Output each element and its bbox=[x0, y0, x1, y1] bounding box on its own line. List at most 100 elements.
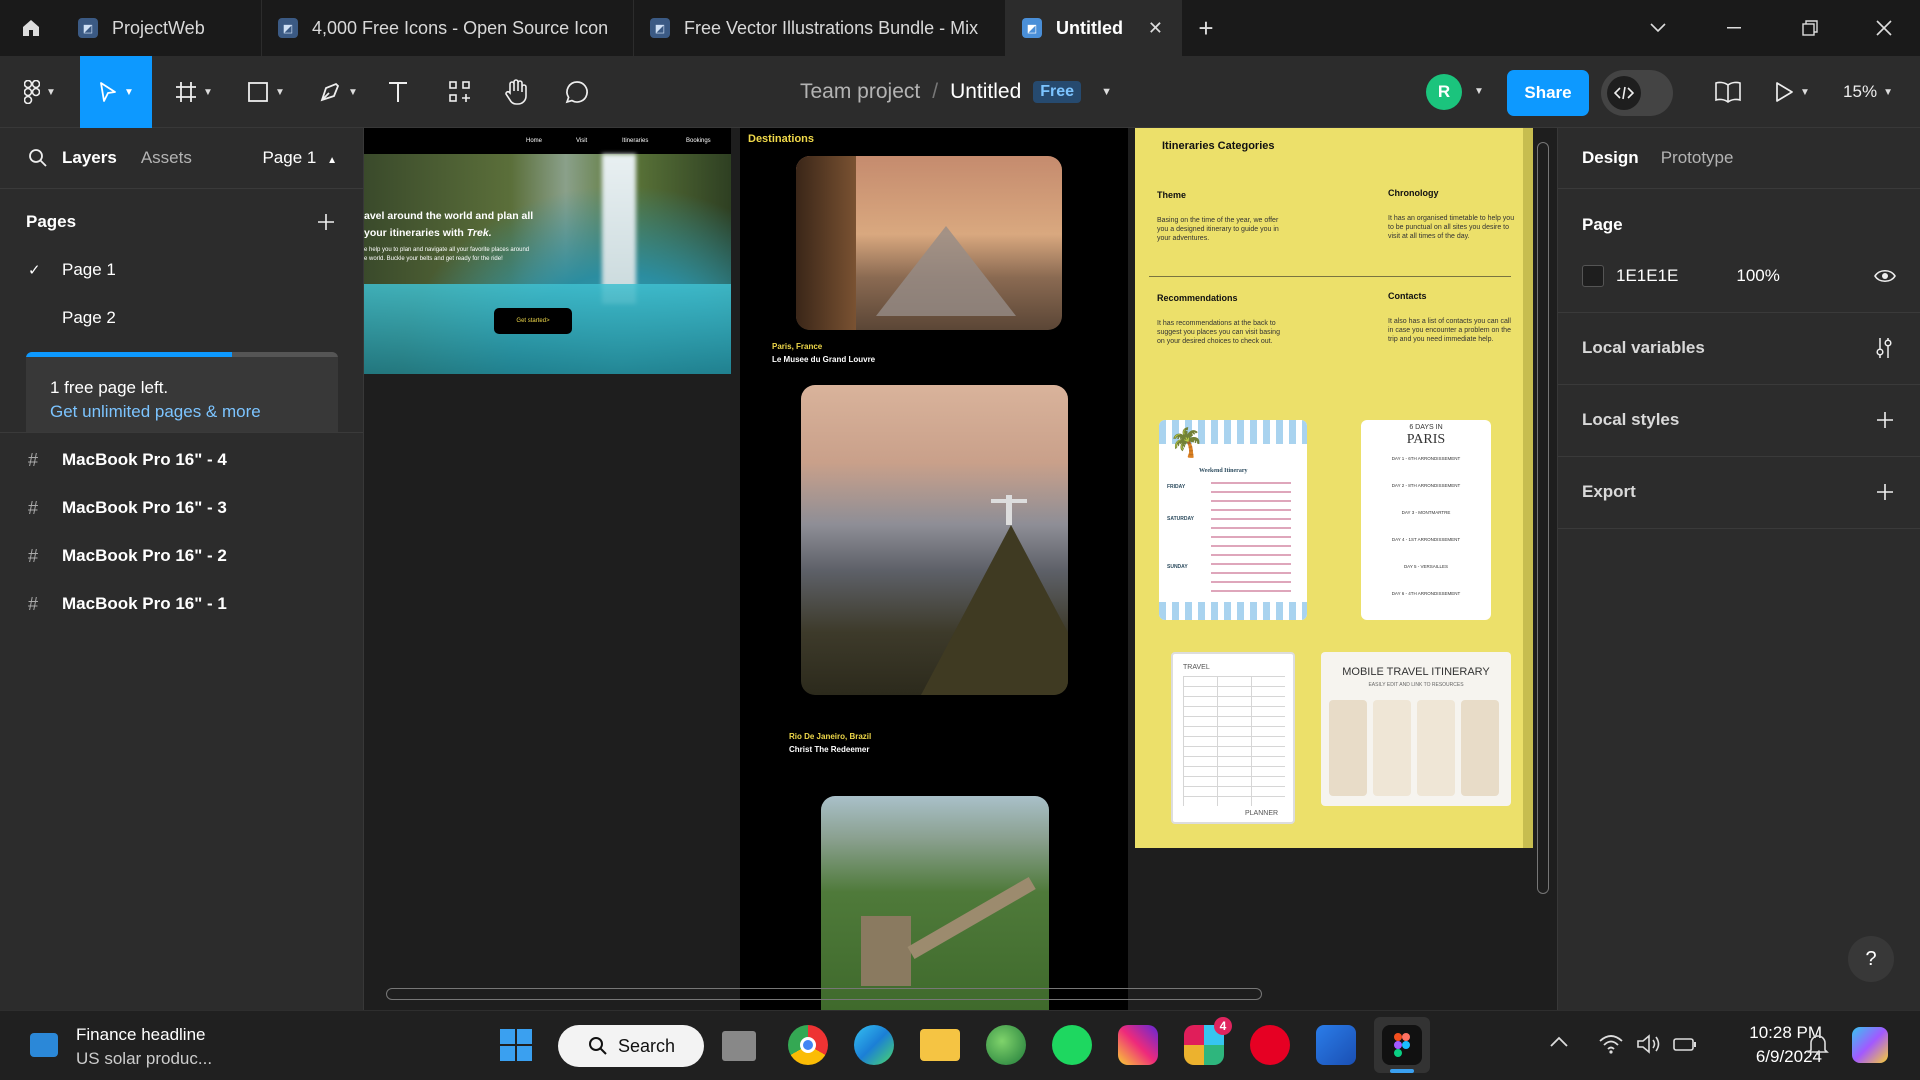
help-button[interactable]: ? bbox=[1848, 936, 1894, 982]
task-view-icon[interactable] bbox=[722, 1031, 756, 1061]
background-swatch[interactable] bbox=[1582, 265, 1604, 287]
comment-tool[interactable] bbox=[558, 56, 596, 128]
chevron-down-icon[interactable]: ▼ bbox=[1474, 86, 1484, 97]
tab-prototype[interactable]: Prototype bbox=[1661, 148, 1734, 168]
avatar-letter: R bbox=[1437, 82, 1451, 101]
plan-badge[interactable]: Free bbox=[1033, 81, 1082, 103]
text-tool[interactable] bbox=[380, 56, 416, 128]
avatar[interactable]: R bbox=[1426, 74, 1462, 110]
plus-icon[interactable] bbox=[1876, 483, 1894, 501]
file-name[interactable]: Untitled bbox=[950, 80, 1021, 104]
pages-heading: Pages bbox=[26, 212, 77, 231]
pen-tool[interactable]: ▼ bbox=[312, 56, 364, 128]
planner-top-label: TRAVEL bbox=[1183, 664, 1210, 671]
horizontal-scrollbar[interactable] bbox=[386, 988, 1262, 1000]
page-item-1[interactable]: ✓ Page 1 bbox=[0, 252, 363, 288]
frame-destinations[interactable]: Destinations Paris, France Le Musee du G… bbox=[740, 128, 1128, 1010]
local-variables-row[interactable]: Local variables bbox=[1558, 328, 1920, 368]
background-hex[interactable]: 1E1E1E bbox=[1616, 266, 1678, 286]
design-canvas[interactable]: Home Visit Itineraries Bookings avel aro… bbox=[364, 128, 1557, 1010]
frame-tool[interactable]: ▼ bbox=[168, 56, 220, 128]
brand-name: Trek. bbox=[466, 227, 492, 239]
resources-tool[interactable] bbox=[442, 56, 478, 128]
frame-hero[interactable]: Home Visit Itineraries Bookings avel aro… bbox=[364, 128, 731, 374]
show-hidden-icons[interactable] bbox=[1550, 1035, 1568, 1053]
mountain bbox=[921, 525, 1068, 695]
remote-app-icon[interactable] bbox=[1316, 1025, 1356, 1065]
hand-tool[interactable] bbox=[498, 56, 534, 128]
move-tool[interactable]: ▼ bbox=[80, 56, 152, 128]
chrome-icon[interactable] bbox=[788, 1025, 828, 1065]
wifi-icon[interactable] bbox=[1598, 1033, 1624, 1055]
add-page-icon[interactable] bbox=[317, 213, 335, 231]
nav-bookings[interactable]: Bookings bbox=[686, 138, 711, 144]
file-explorer-icon[interactable] bbox=[920, 1029, 960, 1061]
new-tab-button[interactable]: + bbox=[1186, 0, 1226, 56]
hero-sub-line1: e help you to plan and navigate all your… bbox=[364, 247, 530, 253]
news-widget[interactable]: Finance headline US solar produc... bbox=[26, 1021, 246, 1071]
restore-button[interactable] bbox=[1772, 0, 1848, 56]
notifications-icon[interactable] bbox=[1806, 1033, 1830, 1057]
page-selector[interactable]: Page 1 ▲ bbox=[262, 148, 337, 168]
globe-app-icon[interactable] bbox=[986, 1025, 1026, 1065]
tab-design[interactable]: Design bbox=[1582, 148, 1639, 168]
zoom-dropdown[interactable]: 15% ▼ bbox=[1836, 56, 1900, 128]
export-row[interactable]: Export bbox=[1558, 472, 1920, 512]
plus-icon[interactable] bbox=[1876, 411, 1894, 429]
tab-assets[interactable]: Assets bbox=[141, 148, 192, 168]
library-button[interactable] bbox=[1706, 56, 1750, 128]
eye-icon[interactable] bbox=[1874, 268, 1896, 284]
home-button[interactable] bbox=[0, 0, 62, 56]
battery-icon[interactable] bbox=[1672, 1033, 1698, 1055]
wifi-glyph bbox=[1599, 1035, 1623, 1054]
tab-list-dropdown[interactable] bbox=[1620, 0, 1696, 56]
copilot-icon[interactable] bbox=[1852, 1027, 1888, 1063]
instagram-icon[interactable] bbox=[1118, 1025, 1158, 1065]
slack-icon[interactable]: 4 bbox=[1184, 1017, 1232, 1065]
chevron-down-icon[interactable]: ▼ bbox=[1101, 86, 1112, 98]
present-button[interactable]: ▼ bbox=[1770, 56, 1814, 128]
upsell-text: 1 free page left. bbox=[50, 378, 169, 397]
nav-home[interactable]: Home bbox=[526, 138, 542, 144]
close-window-button[interactable] bbox=[1846, 0, 1920, 56]
upsell-link[interactable]: Get unlimited pages & more bbox=[50, 402, 261, 422]
tab-projectweb[interactable]: ◩ ProjectWeb bbox=[62, 0, 262, 56]
layer-item[interactable]: # MacBook Pro 16" - 1 bbox=[0, 586, 363, 622]
nav-itineraries[interactable]: Itineraries bbox=[622, 138, 648, 144]
dev-mode-toggle[interactable] bbox=[1601, 70, 1673, 116]
volume-icon[interactable] bbox=[1636, 1033, 1662, 1055]
layer-item[interactable]: # MacBook Pro 16" - 4 bbox=[0, 442, 363, 478]
vertical-scrollbar[interactable] bbox=[1537, 142, 1549, 894]
background-opacity[interactable]: 100% bbox=[1736, 266, 1779, 286]
page-item-2[interactable]: Page 2 bbox=[0, 300, 363, 336]
planner-bottom-label: PLANNER bbox=[1245, 810, 1279, 817]
start-button[interactable] bbox=[496, 1025, 536, 1065]
layer-item[interactable]: # MacBook Pro 16" - 2 bbox=[0, 538, 363, 574]
design-tabs: Design Prototype bbox=[1558, 142, 1920, 174]
palm-tree-icon: 🌴 bbox=[1169, 427, 1204, 458]
spotify-icon[interactable] bbox=[1052, 1025, 1092, 1065]
frame-itineraries[interactable]: Itineraries Categories Theme Basing on t… bbox=[1135, 128, 1523, 848]
local-styles-row[interactable]: Local styles bbox=[1558, 400, 1920, 440]
chevron-down-icon bbox=[1650, 23, 1666, 33]
layer-item[interactable]: # MacBook Pro 16" - 3 bbox=[0, 490, 363, 526]
nav-visit[interactable]: Visit bbox=[576, 138, 587, 144]
taskbar-search[interactable]: Search bbox=[558, 1025, 704, 1067]
search-icon[interactable] bbox=[28, 148, 48, 168]
get-started-button[interactable]: Get started> bbox=[494, 308, 572, 334]
tab-untitled[interactable]: ◩ Untitled ✕ bbox=[1006, 0, 1182, 56]
close-tab-icon[interactable]: ✕ bbox=[1148, 18, 1163, 39]
page-background-row[interactable]: 1E1E1E 100% bbox=[1558, 258, 1920, 294]
tab-layers[interactable]: Layers bbox=[62, 148, 117, 168]
edge-icon[interactable] bbox=[854, 1025, 894, 1065]
main-menu-button[interactable]: ▼ bbox=[10, 56, 70, 128]
figma-taskbar-icon[interactable] bbox=[1382, 1025, 1422, 1065]
sliders-icon[interactable] bbox=[1874, 337, 1894, 359]
tab-illustrations[interactable]: ◩ Free Vector Illustrations Bundle - Mix bbox=[634, 0, 1006, 56]
shape-tool[interactable]: ▼ bbox=[240, 56, 292, 128]
share-button[interactable]: Share bbox=[1507, 70, 1589, 116]
tab-icons[interactable]: ◩ 4,000 Free Icons - Open Source Icon bbox=[262, 0, 634, 56]
pinterest-icon[interactable] bbox=[1250, 1025, 1290, 1065]
minimize-button[interactable] bbox=[1696, 0, 1772, 56]
team-project-link[interactable]: Team project bbox=[800, 80, 920, 104]
